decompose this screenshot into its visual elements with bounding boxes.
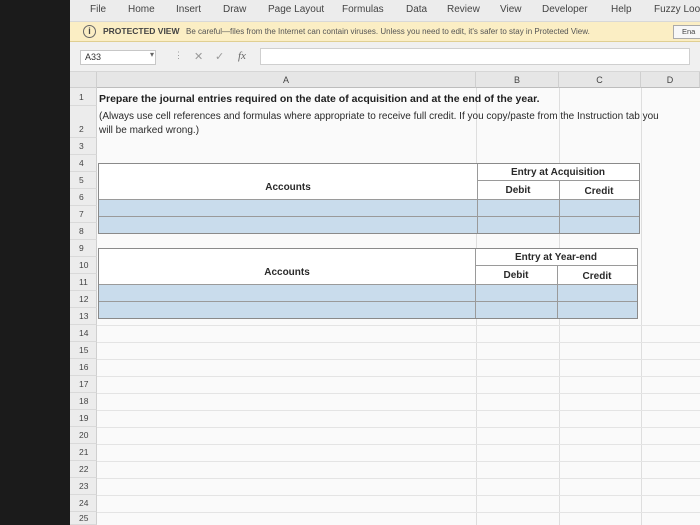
acquisition-entry-row[interactable] [99,199,639,216]
gridline [97,427,700,428]
confirm-icon[interactable]: ✓ [215,50,224,63]
instructions-note: (Always use cell references and formulas… [99,111,659,136]
row-header[interactable]: 17 [70,376,97,393]
column-header-d[interactable]: D [641,72,700,88]
row-header[interactable]: 16 [70,359,97,376]
more-options-icon: ⋮ [174,50,183,60]
row-header[interactable]: 14 [70,325,97,342]
row-header[interactable]: 1 [70,88,97,106]
tab-developer[interactable]: Developer [542,4,588,15]
gridline [641,88,642,525]
year-end-debit-header: Debit [503,270,529,281]
row-header[interactable]: 24 [70,495,97,512]
tab-view[interactable]: View [500,4,522,15]
column-header-a[interactable]: A [97,72,476,88]
tab-home[interactable]: Home [128,4,155,15]
chevron-down-icon[interactable]: ▾ [150,50,154,59]
tab-file[interactable]: File [90,4,106,15]
tab-formulas[interactable]: Formulas [342,4,384,15]
info-icon: i [83,25,96,38]
row-header[interactable]: 11 [70,274,97,291]
tab-draw[interactable]: Draw [223,4,246,15]
year-end-credit-header: Credit [582,271,612,282]
cancel-icon[interactable]: ✕ [194,50,203,63]
protected-view-title: PROTECTED VIEW [103,26,180,36]
tab-fuzzy-lookup[interactable]: Fuzzy Lool [654,4,700,15]
formula-input[interactable] [260,48,690,65]
gridline [97,376,700,377]
column-header-b[interactable]: B [476,72,559,88]
acquisition-accounts-header: Accounts [265,182,311,193]
row-header[interactable]: 18 [70,393,97,410]
gridline [97,393,700,394]
ribbon-tabs: File Home Insert Draw Page Layout Formul… [70,0,700,22]
name-box[interactable]: A33 [80,50,156,65]
year-end-table-title: Entry at Year-end [514,252,598,263]
instructions-heading: Prepare the journal entries required on … [99,93,540,105]
protected-view-message: Be careful—files from the Internet can c… [186,26,590,36]
gridline [97,410,700,411]
row-header[interactable]: 3 [70,138,97,155]
row-header[interactable]: 10 [70,257,97,274]
gridline [97,495,700,496]
gridline [97,478,700,479]
acquisition-entry-row[interactable] [99,216,639,233]
row-header[interactable]: 15 [70,342,97,359]
gridline [97,359,700,360]
row-header[interactable]: 21 [70,444,97,461]
row-header[interactable]: 23 [70,478,97,495]
row-header[interactable]: 13 [70,308,97,325]
tab-review[interactable]: Review [447,4,480,15]
row-header[interactable]: 22 [70,461,97,478]
excel-window: File Home Insert Draw Page Layout Formul… [70,0,700,525]
row-header[interactable]: 19 [70,410,97,427]
gridline [97,325,700,326]
acquisition-entry-table: Entry at Acquisition Accounts Debit Cred… [98,163,640,234]
tab-help[interactable]: Help [611,4,632,15]
acquisition-table-title: Entry at Acquisition [510,167,606,178]
row-header[interactable]: 6 [70,189,97,206]
year-end-entry-table: Entry at Year-end Accounts Debit Credit [98,248,638,319]
tab-page-layout[interactable]: Page Layout [268,4,324,15]
tab-insert[interactable]: Insert [176,4,201,15]
insert-function-icon[interactable]: fx [238,50,246,62]
monitor-bezel [0,0,70,525]
row-header[interactable]: 2 [70,106,97,138]
row-header[interactable]: 25 [70,512,97,525]
acquisition-debit-header: Debit [505,185,531,196]
row-header[interactable]: 5 [70,172,97,189]
row-header[interactable]: 9 [70,240,97,257]
row-header[interactable]: 12 [70,291,97,308]
row-header[interactable]: 7 [70,206,97,223]
gridline [97,342,700,343]
gridline [97,444,700,445]
column-header-c[interactable]: C [559,72,641,88]
protected-view-bar: i PROTECTED VIEW Be careful—files from t… [70,22,700,42]
formula-bar: A33 ▾ ⋮ ✕ ✓ fx [70,42,700,72]
gridline [97,512,700,513]
spreadsheet-grid: A B C D 1 2 3 4 5 6 7 8 9 10 11 12 13 14… [70,72,700,525]
year-end-accounts-header: Accounts [264,267,310,278]
row-header[interactable]: 20 [70,427,97,444]
row-header[interactable]: 8 [70,223,97,240]
tab-data[interactable]: Data [406,4,427,15]
enable-editing-button[interactable]: Ena [673,25,700,39]
row-header[interactable]: 4 [70,155,97,172]
select-all-corner[interactable] [70,72,97,88]
gridline [97,461,700,462]
acquisition-credit-header: Credit [584,186,614,197]
